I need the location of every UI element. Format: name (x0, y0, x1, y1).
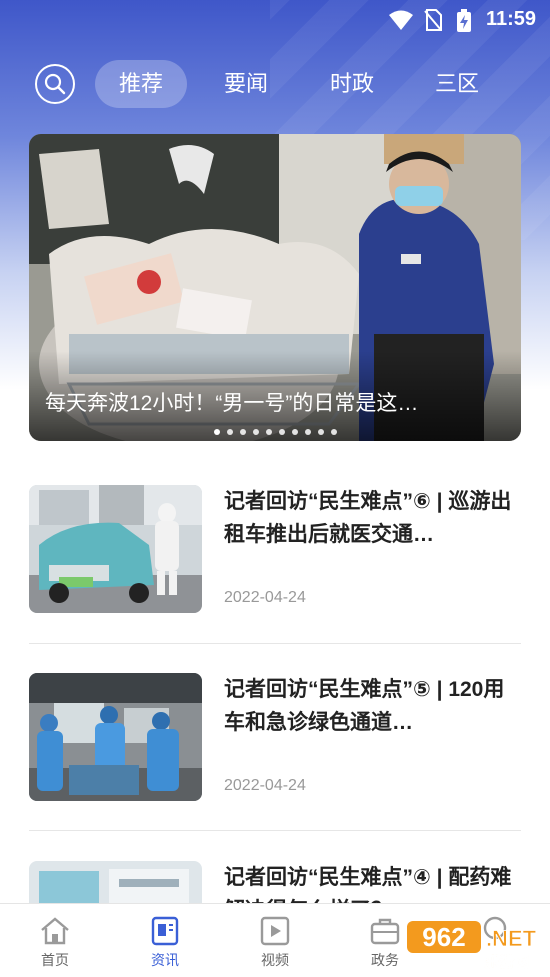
tab-politics[interactable]: 时政 (306, 60, 398, 108)
watermark-site: 乐游网 (484, 953, 529, 969)
banner-title: 每天奔波12小时！“男一号”的日常是这… (45, 392, 419, 415)
carousel-dots (29, 429, 521, 435)
top-nav: 推荐 要闻 时政 三区 (0, 60, 550, 110)
watermark-number: 962 (422, 922, 465, 952)
news-thumbnail (29, 485, 202, 613)
tab-recommend[interactable]: 推荐 (95, 60, 187, 108)
news-date: 2022-04-24 (224, 777, 306, 794)
tabbar-item-news[interactable]: 资讯 (130, 916, 200, 970)
tab-three-districts[interactable]: 三区 (411, 60, 503, 108)
carousel-dot[interactable] (226, 429, 233, 435)
carousel-dot[interactable] (239, 429, 246, 435)
search-button[interactable] (35, 64, 75, 104)
carousel-dot[interactable] (330, 429, 337, 435)
tabbar-item-video[interactable]: 视频 (240, 916, 310, 970)
briefcase-icon (370, 918, 400, 945)
tabbar-item-home[interactable]: 首页 (20, 916, 90, 970)
watermark-domain: .NET (486, 926, 537, 951)
status-bar: 11:59 (0, 0, 550, 40)
news-title: 记者回访“民生难点”⑥ | 巡游出租车推出后就医交通… (224, 490, 512, 546)
news-item[interactable]: 记者回访“民生难点”⑤ | 120用车和急诊绿色通道… 2022-04-24 (29, 673, 521, 803)
carousel-dot[interactable] (252, 429, 259, 435)
carousel-dot[interactable] (265, 429, 272, 435)
video-icon (260, 916, 290, 946)
tabbar-label: 首页 (41, 952, 69, 968)
news-title: 记者回访“民生难点”⑤ | 120用车和急诊绿色通道… (224, 678, 505, 734)
carousel-dot[interactable] (213, 429, 220, 435)
carousel-dot[interactable] (317, 429, 324, 435)
home-icon (41, 917, 69, 945)
status-time: 11:59 (485, 8, 536, 30)
divider (29, 830, 521, 831)
news-item[interactable]: 记者回访“民生难点”⑥ | 巡游出租车推出后就医交通… 2022-04-24 (29, 485, 521, 615)
watermark-logo: 962 .NET 乐游网 (407, 917, 542, 971)
news-date: 2022-04-24 (224, 589, 306, 606)
tabbar-label: 资讯 (151, 952, 179, 968)
tabbar-label: 视频 (261, 952, 289, 968)
wifi-icon (389, 10, 413, 30)
search-icon (44, 73, 66, 95)
no-sim-icon (424, 9, 442, 31)
news-thumbnail (29, 673, 202, 801)
carousel-dot[interactable] (291, 429, 298, 435)
carousel-dot[interactable] (304, 429, 311, 435)
news-icon (151, 916, 179, 946)
battery-charging-icon (457, 9, 471, 32)
banner-carousel[interactable]: 每天奔波12小时！“男一号”的日常是这… (29, 134, 521, 441)
tab-headlines[interactable]: 要闻 (200, 60, 292, 108)
carousel-dot[interactable] (278, 429, 285, 435)
tabbar-label: 政务 (371, 952, 399, 968)
divider (29, 643, 521, 644)
